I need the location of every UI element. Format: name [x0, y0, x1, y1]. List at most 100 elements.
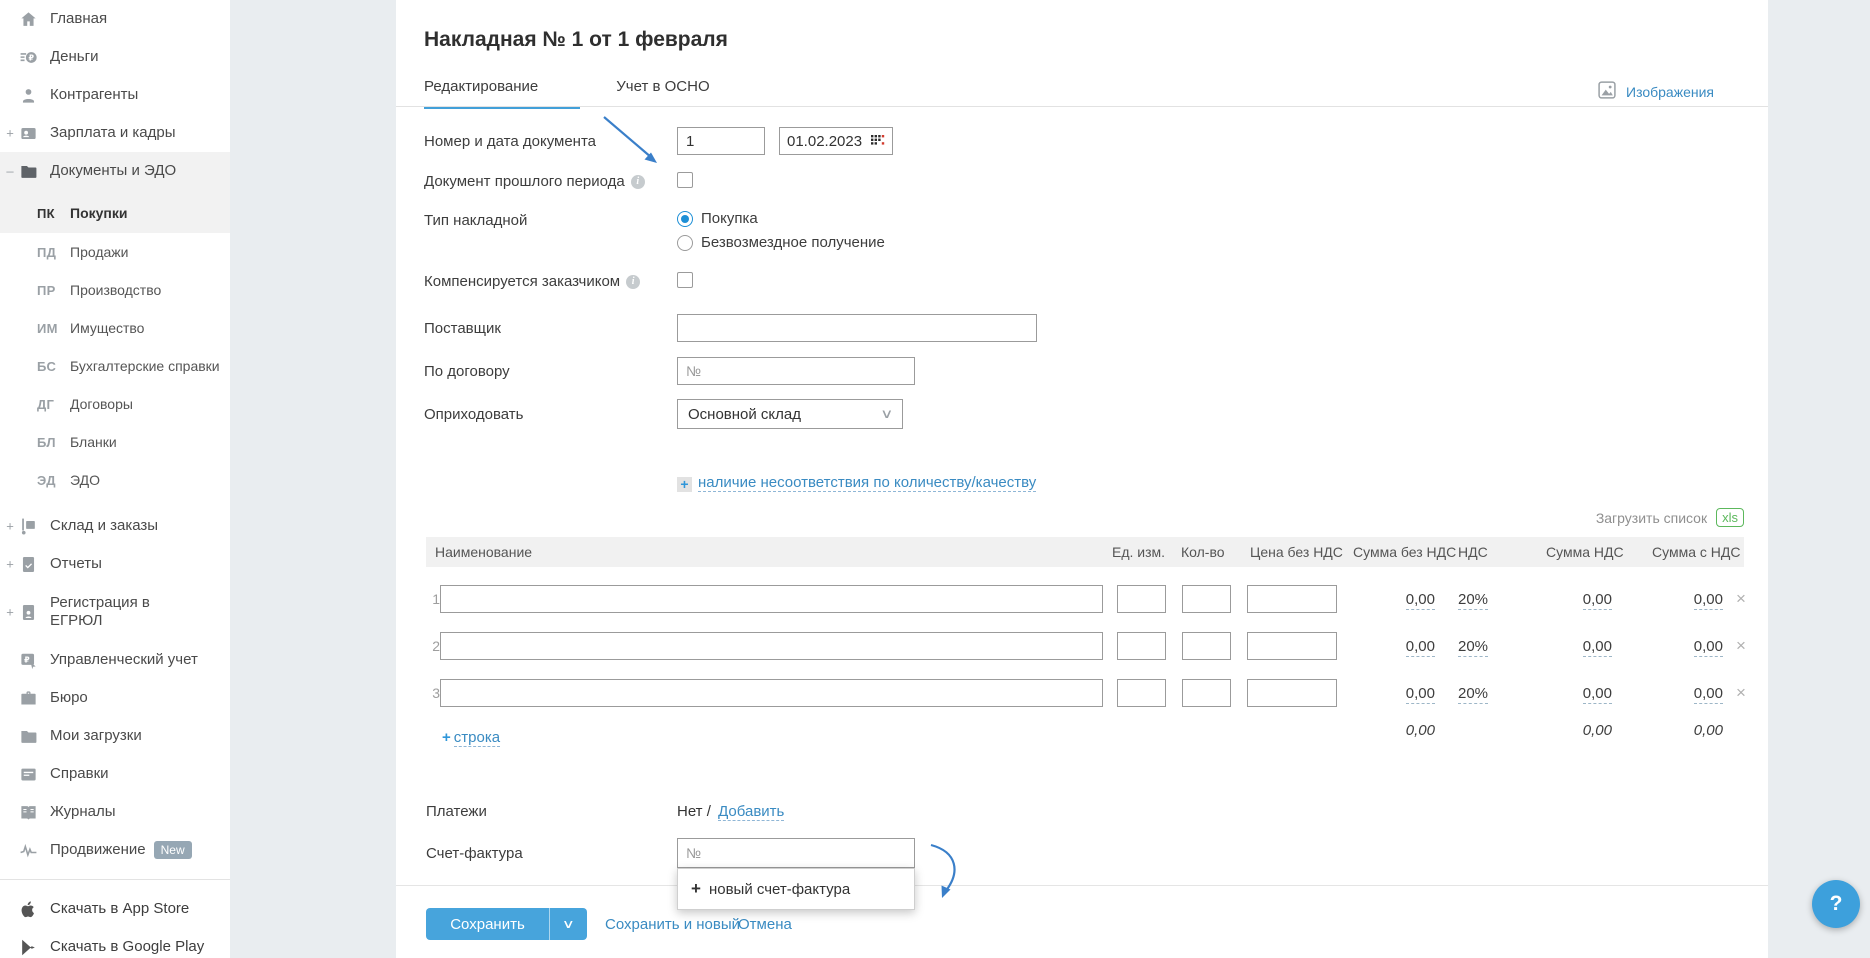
sidebar-item-moi-zagruzki[interactable]: Мои загрузки: [0, 717, 230, 755]
handtruck-icon: [18, 516, 38, 536]
vat-rate-value[interactable]: 20%: [1458, 591, 1488, 610]
sum-with-vat-value[interactable]: 0,00: [1694, 685, 1723, 704]
sidebar-item-blanki[interactable]: БЛ Бланки: [0, 423, 230, 461]
images-link[interactable]: Изображения: [1597, 80, 1714, 103]
contract-number-input[interactable]: [677, 357, 915, 385]
vat-rate-value[interactable]: 20%: [1458, 685, 1488, 704]
type-option-gratuitous[interactable]: Безвозмездное получение: [677, 234, 885, 251]
item-price-input[interactable]: [1247, 585, 1337, 613]
sidebar-item-upravlencheskiy-uchet[interactable]: ₽ Управленческий учет: [0, 641, 230, 679]
expand-plus-icon[interactable]: +: [5, 126, 15, 141]
item-unit-input[interactable]: [1117, 632, 1166, 660]
payments-add-link[interactable]: Добавить: [718, 803, 784, 821]
home-icon: [18, 9, 38, 29]
supplier-label: Поставщик: [424, 320, 501, 337]
page-title: Накладная № 1 от 1 февраля: [424, 28, 728, 52]
sidebar-item-kontragenty[interactable]: Контрагенты: [0, 76, 230, 114]
sidebar-item-pokupki[interactable]: ПК Покупки: [0, 190, 230, 233]
sidebar-item-dogovory[interactable]: ДГ Договоры: [0, 385, 230, 423]
remove-row-icon[interactable]: ×: [1729, 636, 1753, 656]
radio-icon[interactable]: [677, 235, 693, 251]
sidebar-item-dengi[interactable]: ₽ Деньги: [0, 38, 230, 76]
sidebar-item-byuro[interactable]: Бюро: [0, 679, 230, 717]
invoice-label: Счет-фактура: [426, 845, 523, 862]
supplier-input[interactable]: [677, 314, 1037, 342]
sidebar-item-prodvizhenie[interactable]: Продвижение New: [0, 831, 230, 869]
xls-badge[interactable]: xls: [1716, 508, 1744, 527]
cancel-link[interactable]: Отмена: [738, 916, 792, 933]
compensated-label: Компенсируется заказчикомi: [424, 273, 640, 290]
document-number-input[interactable]: [677, 127, 765, 155]
save-button[interactable]: Сохранить ∨: [426, 908, 587, 940]
compensated-checkbox[interactable]: [677, 272, 693, 288]
remove-row-icon[interactable]: ×: [1729, 589, 1753, 609]
help-button[interactable]: ?: [1812, 880, 1860, 928]
sum-no-vat-value[interactable]: 0,00: [1406, 685, 1435, 704]
sum-with-vat-value[interactable]: 0,00: [1694, 638, 1723, 657]
add-row-link[interactable]: +строка: [442, 729, 500, 746]
sidebar-item-sklad[interactable]: + Склад и заказы: [0, 507, 230, 545]
sum-vat-value[interactable]: 0,00: [1583, 685, 1612, 704]
invoice-number-input[interactable]: [677, 838, 915, 868]
sum-vat-value[interactable]: 0,00: [1583, 591, 1612, 610]
sidebar-item-zhurnaly[interactable]: Журналы: [0, 793, 230, 831]
item-price-input[interactable]: [1247, 679, 1337, 707]
item-name-input[interactable]: [440, 632, 1103, 660]
item-name-input[interactable]: [440, 679, 1103, 707]
collapse-minus-icon[interactable]: –: [5, 164, 15, 179]
plus-icon: +: [677, 477, 692, 492]
vat-rate-value[interactable]: 20%: [1458, 638, 1488, 657]
item-qty-input[interactable]: [1182, 585, 1231, 613]
sidebar-item-spravki[interactable]: Справки: [0, 755, 230, 793]
item-unit-input[interactable]: [1117, 679, 1166, 707]
tab-uchet-v-osno[interactable]: Учет в ОСНО: [616, 78, 709, 109]
sidebar-item-zarplata[interactable]: + Зарплата и кадры: [0, 114, 230, 152]
info-icon[interactable]: i: [631, 175, 645, 189]
save-dropdown-toggle[interactable]: ∨: [549, 908, 587, 940]
sum-with-vat-value[interactable]: 0,00: [1694, 591, 1723, 610]
sum-vat-value[interactable]: 0,00: [1583, 638, 1612, 657]
sidebar-item-prodazhi[interactable]: ПД Продажи: [0, 233, 230, 271]
tab-redaktirovanie[interactable]: Редактирование: [424, 78, 580, 109]
type-option-purchase[interactable]: Покупка: [677, 210, 758, 227]
new-invoice-dropdown-item[interactable]: + новый счет-фактура: [677, 868, 915, 910]
sidebar-item-dokumenty-edo[interactable]: – Документы и ЭДО: [0, 152, 230, 190]
expand-plus-icon[interactable]: +: [5, 519, 15, 534]
total-sum-no-vat: 0,00: [1335, 722, 1435, 739]
sidebar-item-registraciya-egrul[interactable]: + Регистрация в ЕГРЮЛ: [0, 583, 230, 641]
info-icon[interactable]: i: [626, 275, 640, 289]
stock-select[interactable]: Основной склад ∨: [677, 399, 903, 429]
item-unit-input[interactable]: [1117, 585, 1166, 613]
sidebar-item-proizvodstvo[interactable]: ПР Производство: [0, 271, 230, 309]
radio-selected-icon[interactable]: [677, 211, 693, 227]
image-icon: [1597, 80, 1617, 103]
book-icon: [18, 802, 38, 822]
document-date-input[interactable]: 01.02.2023: [779, 127, 893, 155]
item-qty-input[interactable]: [1182, 632, 1231, 660]
item-name-input[interactable]: [440, 585, 1103, 613]
expand-plus-icon[interactable]: +: [5, 605, 15, 620]
sidebar-item-imushchestvo[interactable]: ИМ Имущество: [0, 309, 230, 347]
sum-no-vat-value[interactable]: 0,00: [1406, 638, 1435, 657]
sidebar-item-edo[interactable]: ЭД ЭДО: [0, 461, 230, 499]
tab-bar: Редактирование Учет в ОСНО: [424, 78, 710, 109]
item-qty-input[interactable]: [1182, 679, 1231, 707]
sidebar-item-otchety[interactable]: + Отчеты: [0, 545, 230, 583]
table-header: Наименование Ед. изм. Кол-во Цена без НД…: [426, 537, 1744, 567]
save-and-new-link[interactable]: Сохранить и новый: [605, 916, 740, 933]
remove-row-icon[interactable]: ×: [1729, 683, 1753, 703]
sidebar-item-google-play[interactable]: Скачать в Google Play: [0, 928, 230, 958]
sidebar-item-buh-spravki[interactable]: БС Бухгалтерские справки: [0, 347, 230, 385]
item-price-input[interactable]: [1247, 632, 1337, 660]
briefcase-icon: [18, 688, 38, 708]
plus-icon: +: [691, 879, 701, 899]
sidebar-item-app-store[interactable]: Скачать в App Store: [0, 890, 230, 928]
expand-plus-icon[interactable]: +: [5, 557, 15, 572]
sum-no-vat-value[interactable]: 0,00: [1406, 591, 1435, 610]
mismatch-link[interactable]: +наличие несоответствия по количеству/ка…: [677, 474, 1036, 492]
past-period-checkbox[interactable]: [677, 172, 693, 188]
sidebar-item-glavnaya[interactable]: Главная: [0, 0, 230, 38]
items-table: Наименование Ед. изм. Кол-во Цена без НД…: [426, 537, 1744, 762]
payments-value: Нет / Добавить: [677, 803, 784, 820]
person-icon: [18, 85, 38, 105]
